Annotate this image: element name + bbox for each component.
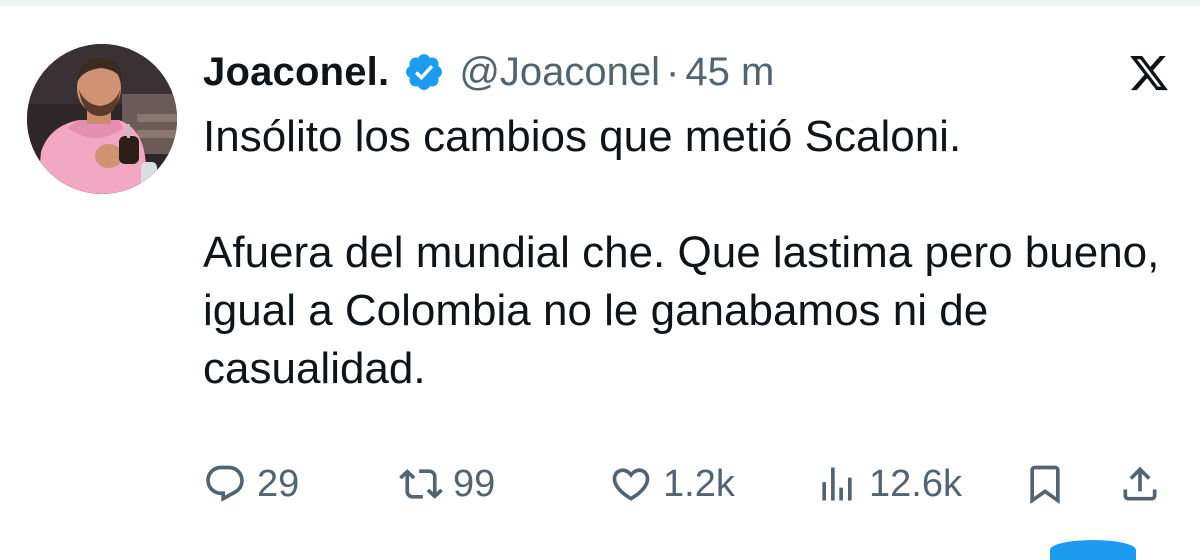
retweet-button[interactable]: 99 (399, 454, 495, 514)
author-handle[interactable]: @Joaconel (459, 50, 660, 95)
tweet-paragraph: Afuera del mundial che. Que lastima pero… (203, 228, 1160, 393)
views-icon (822, 467, 852, 501)
tweet-paragraph: Insólito los cambios que metió Scaloni. (203, 112, 962, 161)
like-count: 1.2k (663, 462, 735, 505)
tweet-timestamp[interactable]: 45 m (685, 50, 774, 95)
reply-icon (206, 465, 244, 502)
heart-icon (612, 468, 650, 501)
verified-badge-icon (403, 51, 445, 93)
views-button[interactable]: 12.6k (815, 454, 962, 514)
views-count: 12.6k (869, 462, 962, 505)
header-separator: · (666, 49, 680, 94)
like-button[interactable]: 1.2k (609, 454, 735, 514)
x-logo-icon (1128, 52, 1170, 94)
share-button[interactable] (1118, 454, 1162, 514)
bookmark-icon (1030, 465, 1060, 505)
bookmark-button[interactable] (1023, 454, 1067, 514)
retweet-count: 99 (453, 462, 496, 505)
author-name[interactable]: Joaconel. (203, 50, 389, 95)
reply-button[interactable]: 29 (203, 454, 299, 514)
avatar[interactable] (27, 44, 177, 194)
floating-compose-button[interactable] (1050, 540, 1136, 560)
retweet-icon (399, 469, 443, 499)
share-icon (1123, 466, 1157, 501)
avatar-image (27, 44, 177, 194)
tweet-text: Insólito los cambios que metió Scaloni. … (203, 108, 1163, 398)
tweet-actions: 29 99 1.2k 12.6k (203, 454, 1173, 514)
reply-count: 29 (257, 462, 300, 505)
tweet-card[interactable]: Joaconel. @Joaconel · 45 m Insólito los … (0, 6, 1200, 547)
tweet-header: Joaconel. @Joaconel · 45 m (203, 42, 774, 102)
